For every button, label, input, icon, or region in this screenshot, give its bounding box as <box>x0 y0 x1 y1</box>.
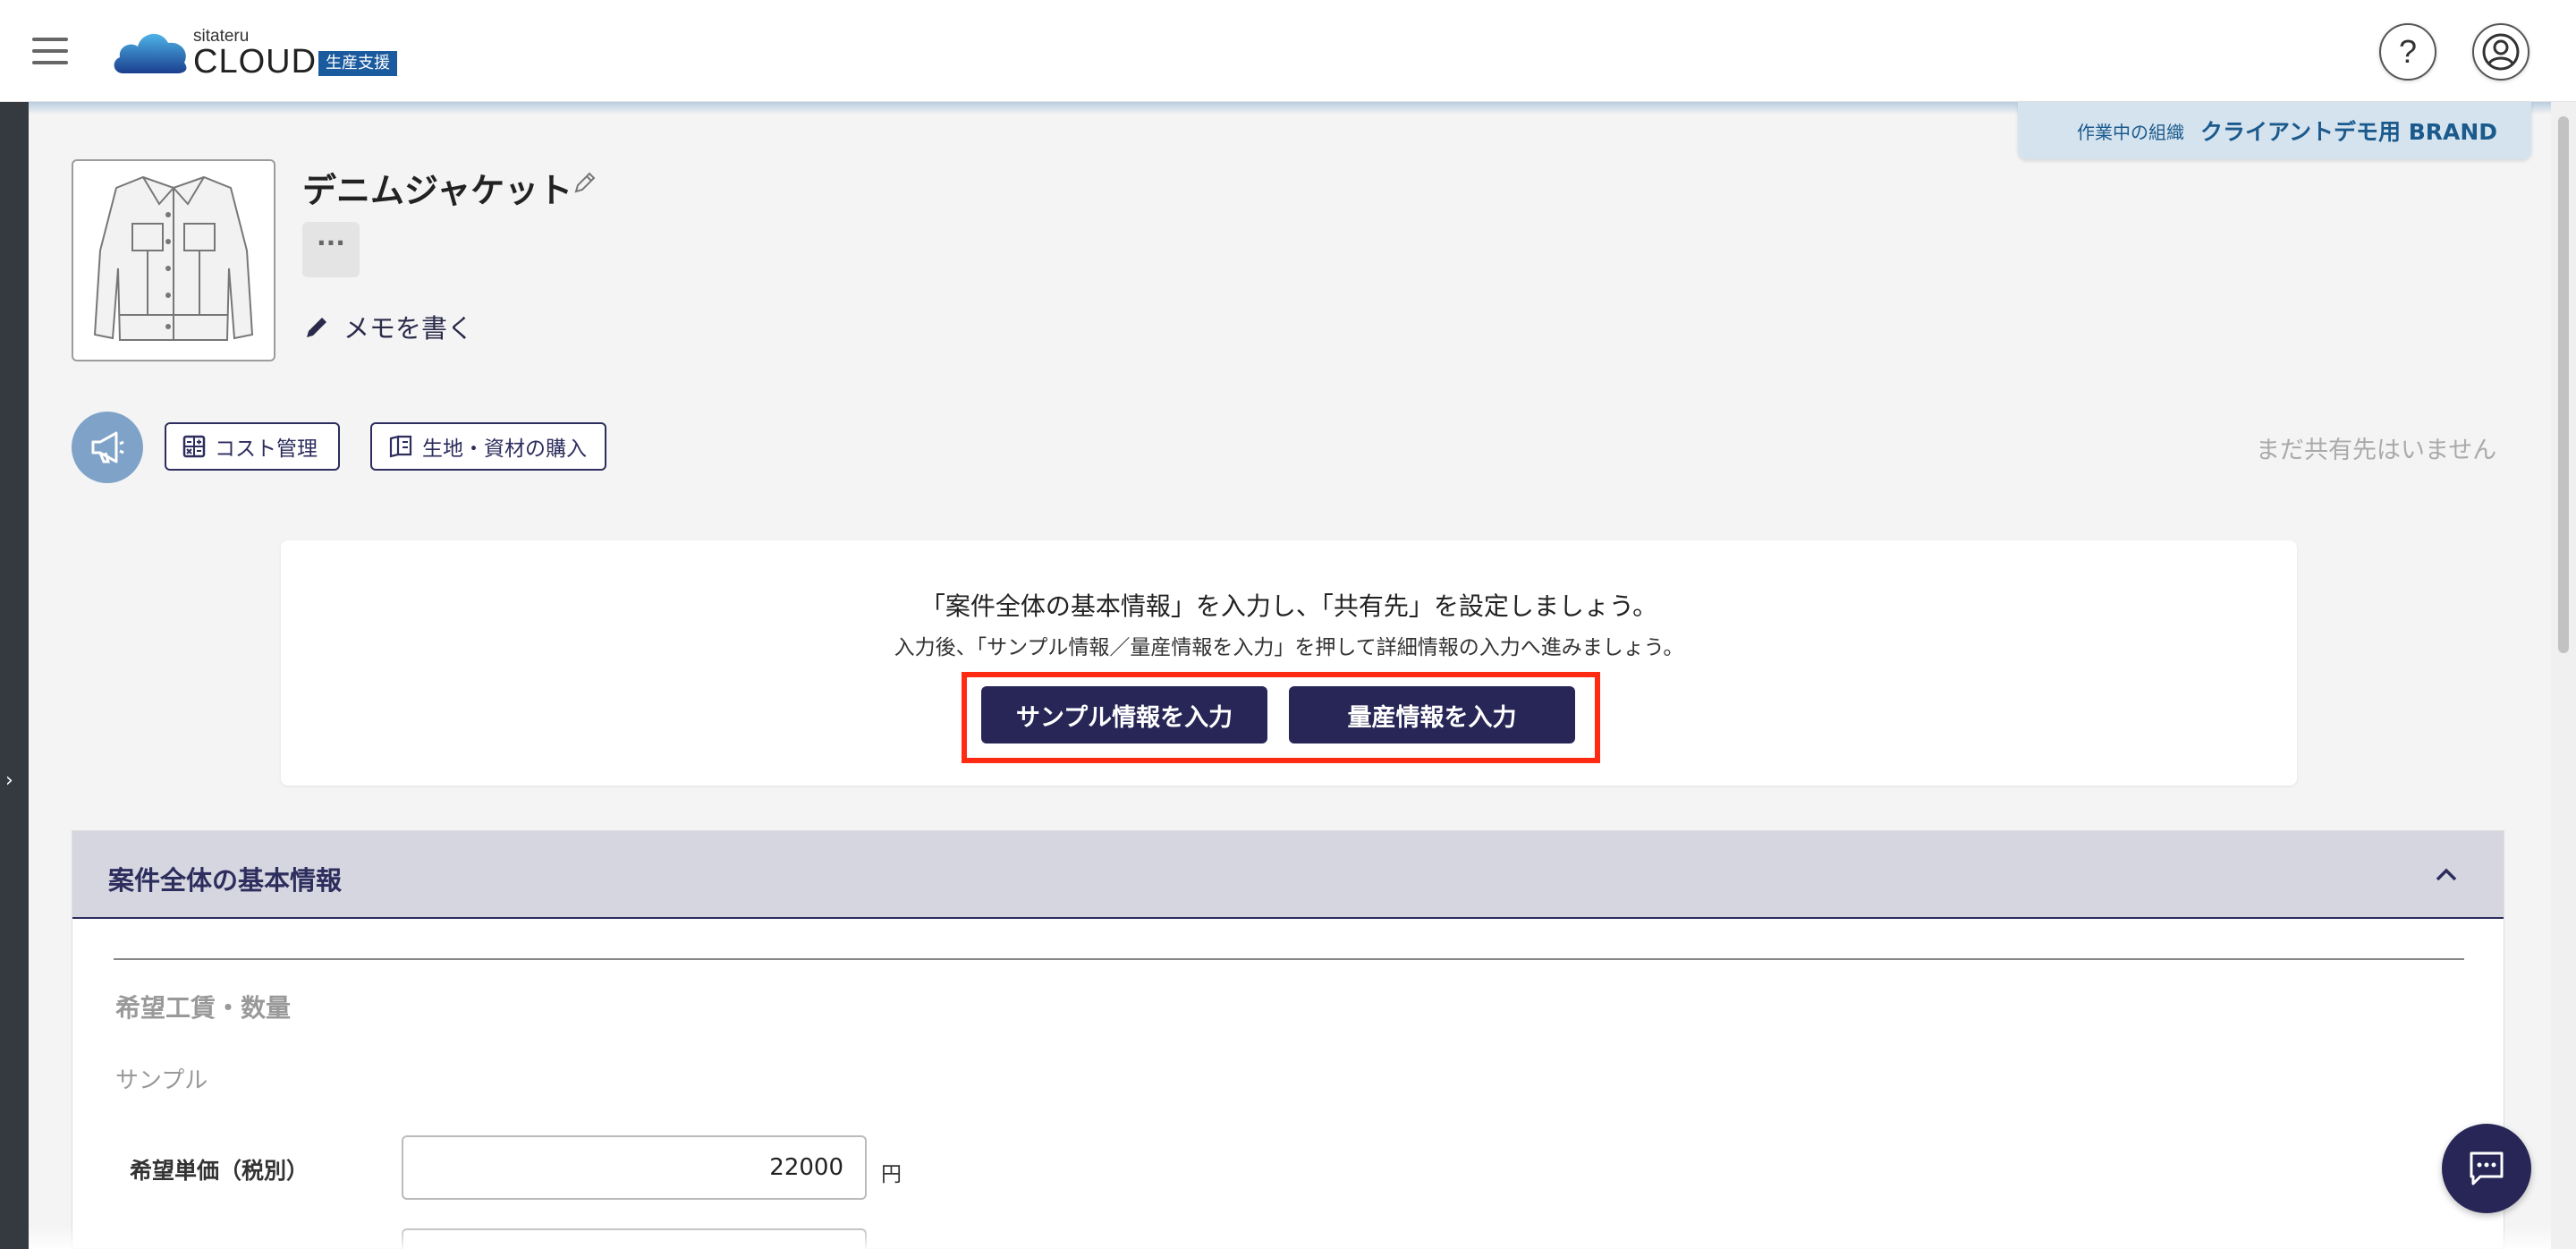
hamburger-menu-icon[interactable] <box>32 38 68 64</box>
fabric-purchase-label: 生地・資材の購入 <box>422 438 587 461</box>
book-icon <box>389 435 412 458</box>
memo-label: メモを書く <box>343 313 474 344</box>
notice-main-text: 「案件全体の基本情報」を入力し、「共有先」を設定しましょう。 <box>919 591 1658 621</box>
chevron-up-icon[interactable] <box>2434 863 2459 885</box>
section-title: 案件全体の基本情報 <box>108 865 343 896</box>
current-organization-tab[interactable]: 作業中の組織 クライアントデモ用 BRAND <box>2018 102 2531 159</box>
scrollbar-thumb[interactable] <box>2558 116 2569 653</box>
organization-label: 作業中の組織 <box>2077 121 2184 143</box>
organization-name: クライアントデモ用 BRAND <box>2200 119 2498 145</box>
bottom-fade <box>29 1226 2551 1249</box>
enter-sample-info-button[interactable]: サンプル情報を入力 <box>981 686 1267 743</box>
project-basic-info-section: 案件全体の基本情報 希望工賃・数量 サンプル 希望単価（税別） 円 <box>72 830 2504 1249</box>
no-share-status: まだ共有先はいません <box>2256 437 2497 464</box>
section-header[interactable]: 案件全体の基本情報 <box>72 831 2504 919</box>
product-thumbnail[interactable] <box>72 159 275 361</box>
cloud-logo-icon <box>114 33 187 73</box>
app-header: sitateru CLOUD 生産支援 ? <box>0 0 2576 102</box>
more-options-button[interactable]: ··· <box>302 222 360 277</box>
chat-button[interactable] <box>2442 1124 2531 1213</box>
chevron-right-icon[interactable]: › <box>5 769 13 792</box>
sample-sublabel: サンプル <box>115 1067 208 1094</box>
question-icon: ? <box>2398 33 2418 70</box>
denim-jacket-image <box>93 175 254 341</box>
brand-tag: 生産支援 <box>318 51 397 76</box>
desired-price-input[interactable] <box>402 1135 867 1200</box>
product-title: デニムジャケット <box>302 171 573 210</box>
account-button[interactable] <box>2472 23 2529 81</box>
cost-management-button[interactable]: コスト管理 <box>165 422 340 471</box>
enter-mass-production-info-button[interactable]: 量産情報を入力 <box>1289 686 1575 743</box>
sitateru-cloud-logo[interactable]: sitateru CLOUD 生産支援 <box>111 25 415 81</box>
page-scrollbar[interactable] <box>2551 102 2576 1249</box>
pencil-edit-icon[interactable] <box>572 170 597 195</box>
write-memo-link[interactable]: メモを書く <box>304 308 473 345</box>
calculator-icon <box>182 435 206 458</box>
announcement-button[interactable] <box>72 412 143 483</box>
pencil-icon <box>307 318 326 337</box>
fabric-purchase-button[interactable]: 生地・資材の購入 <box>370 422 606 471</box>
yen-unit: 円 <box>881 1163 902 1186</box>
help-button[interactable]: ? <box>2379 23 2436 81</box>
labor-quantity-heading: 希望工賃・数量 <box>115 993 292 1023</box>
megaphone-icon <box>91 431 124 463</box>
desired-price-label: 希望単価（税別） <box>130 1158 309 1184</box>
chat-bubble-icon <box>2470 1151 2504 1185</box>
brand-big-text: CLOUD <box>193 43 318 81</box>
cost-management-label: コスト管理 <box>215 438 318 461</box>
user-icon <box>2482 33 2520 71</box>
section-divider <box>114 958 2464 960</box>
collapsed-sidebar[interactable]: › <box>0 102 29 1249</box>
notice-sub-text: 入力後、「サンプル情報／量産情報を入力」を押して詳細情報の入力へ進みましょう。 <box>894 636 1684 659</box>
